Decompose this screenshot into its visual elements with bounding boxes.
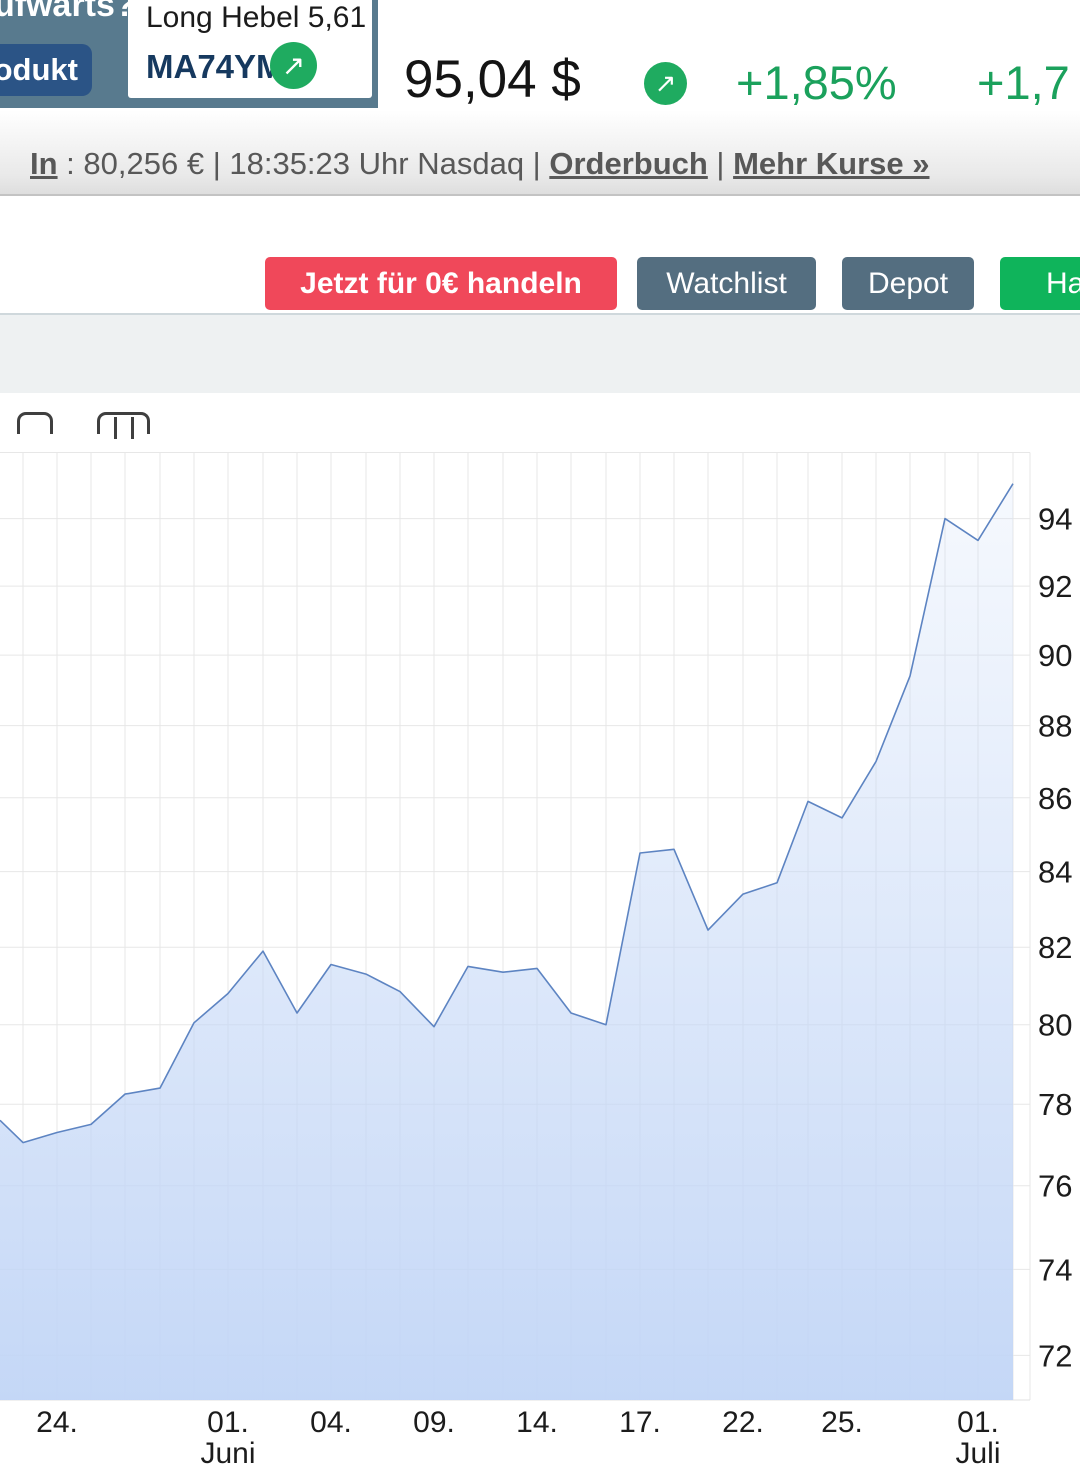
icon-bar [114,417,117,439]
certificate-title: Long Hebel 5,61 [146,1,366,35]
svg-text:92: 92 [1038,569,1072,604]
price-chart[interactable]: 94929088868482807876747224.01.Juni04.09.… [0,440,1080,1484]
svg-text:17.: 17. [619,1406,661,1439]
arrow-up-right-icon[interactable]: ↗ [270,42,317,89]
svg-text:24.: 24. [36,1406,78,1439]
quote-eur-value: : 80,256 € [58,146,205,181]
svg-text:90: 90 [1038,638,1072,673]
product-button[interactable]: odukt [0,44,92,96]
icon-bar [131,417,134,439]
svg-text:01.: 01. [207,1406,249,1439]
svg-text:86: 86 [1038,781,1072,816]
svg-text:84: 84 [1038,855,1072,890]
teaser-panel: ufwärts? odukt Long Hebel 5,61 MA74YM ↗ [0,0,378,108]
quote-time-exchange: 18:35:23 Uhr Nasdaq [229,146,524,181]
svg-text:09.: 09. [413,1406,455,1439]
arrow-up-right-icon: ↗ [644,62,687,105]
handeln-button[interactable]: Han [1000,257,1080,310]
certificate-card[interactable]: Long Hebel 5,61 MA74YM ↗ [128,0,372,98]
svg-text:76: 76 [1038,1169,1072,1204]
mehr-kurse-link[interactable]: Mehr Kurse » [733,146,929,181]
price-change-absolute: +1,7 [977,55,1070,110]
depot-button[interactable]: Depot [842,257,974,310]
orderbuch-link[interactable]: Orderbuch [549,146,707,181]
teaser-text: ufwärts? [0,0,136,25]
price-value: 95,04 $ [404,49,581,110]
in-currency-link[interactable]: In [30,146,58,181]
partial-tool-icon[interactable] [97,412,150,434]
certificate-wkn-link[interactable]: MA74YM [146,48,284,86]
trade-now-button[interactable]: Jetzt für 0€ handeln [265,257,617,310]
arrow-glyph: ↗ [282,49,305,82]
chart-toolbar: Vergleich ▼ Darstellung ▼ Chart-Analyse … [0,313,1080,393]
svg-text:80: 80 [1038,1008,1072,1043]
quote-text: In : 80,256 € | 18:35:23 Uhr Nasdaq | Or… [30,146,930,182]
watchlist-button[interactable]: Watchlist [637,257,816,310]
svg-text:78: 78 [1038,1087,1072,1122]
svg-text:22.: 22. [722,1406,764,1439]
separator: | [204,146,229,181]
quote-bar: In : 80,256 € | 18:35:23 Uhr Nasdaq | Or… [0,110,1080,196]
svg-text:74: 74 [1038,1252,1072,1287]
separator: | [708,146,733,181]
svg-text:Juni: Juni [200,1437,255,1470]
svg-text:72: 72 [1038,1338,1072,1373]
svg-text:14.: 14. [516,1406,558,1439]
svg-text:82: 82 [1038,930,1072,965]
svg-text:04.: 04. [310,1406,352,1439]
svg-text:88: 88 [1038,709,1072,744]
svg-text:94: 94 [1038,502,1072,537]
separator: | [524,146,549,181]
price-change-percent: +1,85% [736,55,897,110]
partial-tool-icon[interactable] [17,412,53,434]
svg-text:Juli: Juli [955,1437,1000,1470]
svg-text:25.: 25. [821,1406,863,1439]
svg-text:01.: 01. [957,1406,999,1439]
arrow-glyph: ↗ [655,68,677,99]
